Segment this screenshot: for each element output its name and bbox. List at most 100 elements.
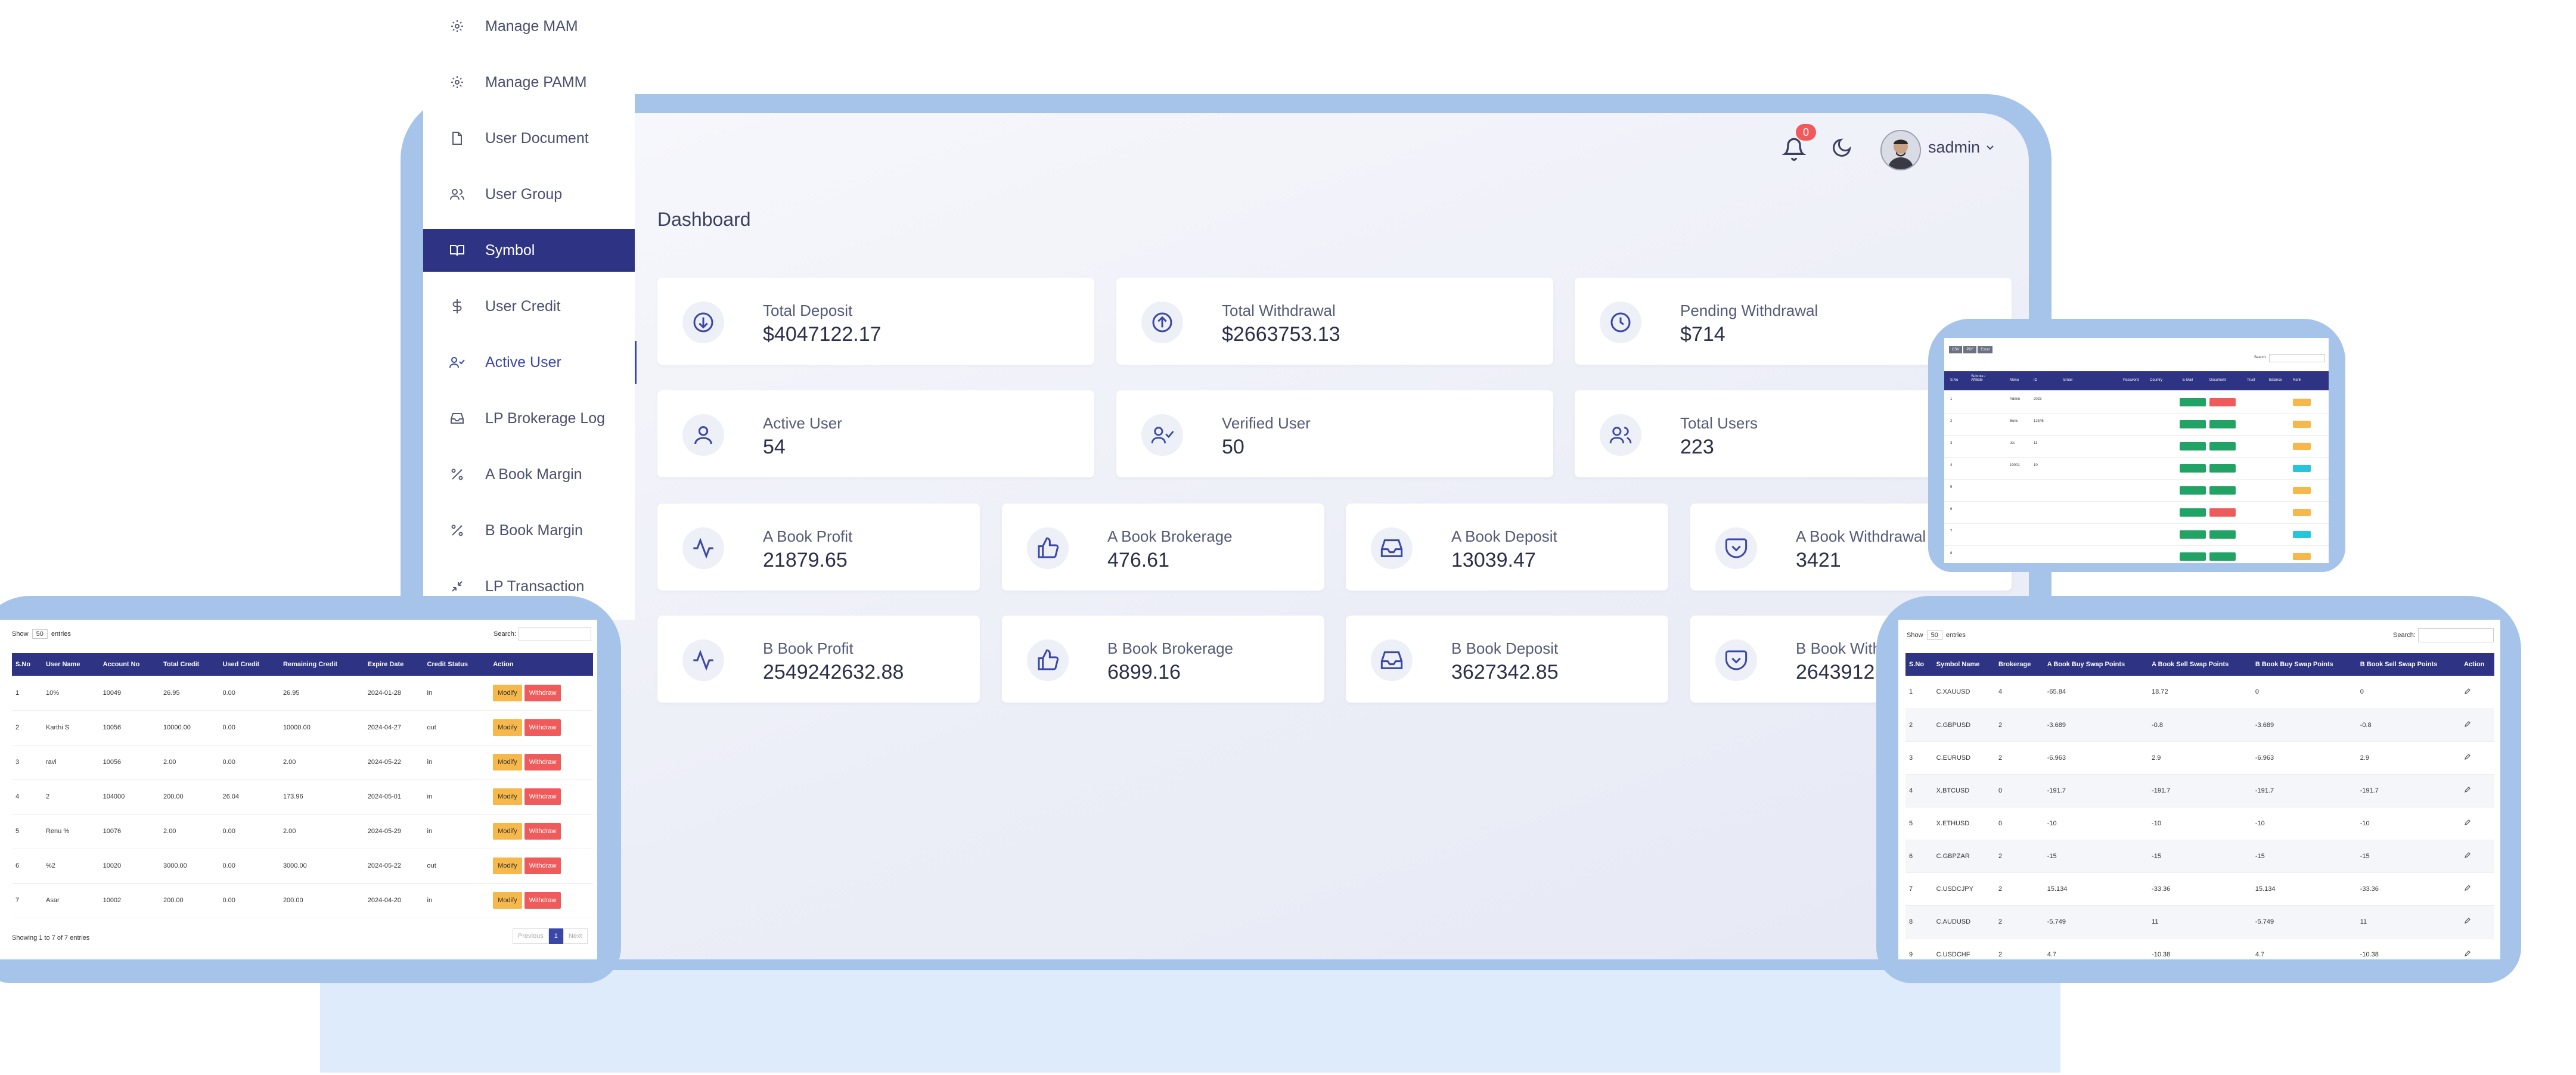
header-cell[interactable]: Expire Date [364,653,424,676]
sidebar-item-b-book-margin[interactable]: B Book Margin [423,509,635,552]
entries-select[interactable]: 50 [32,629,48,639]
edit-icon[interactable] [2460,840,2494,873]
table-cell: 0.00 [219,745,280,780]
table-cell: 10049 [99,676,160,711]
table-cell: 10000.00 [160,710,219,745]
previous-button[interactable]: Previous [513,928,549,944]
header-cell[interactable]: Action [489,653,593,676]
table-cell: -6.963 [2251,741,2357,775]
avatar[interactable] [1880,130,1921,170]
header-cell[interactable]: S.No [1905,653,1933,676]
table-cell: 11 [2356,905,2460,939]
table-cell: -15 [2043,840,2149,873]
header-cell[interactable]: Account No [99,653,160,676]
modify-button[interactable]: Modify [493,788,522,805]
header-cell[interactable]: Symbol Name [1932,653,1995,676]
table-cell: -0.8 [2148,709,2252,742]
edit-icon[interactable] [2460,938,2494,959]
modify-button[interactable]: Modify [493,892,522,909]
table-row: 6 %2 10020 3000.00 0.00 3000.00 2024-05-22 out M… [12,849,593,884]
sidebar-item-manage-pamm[interactable]: Manage PAMM [423,61,635,104]
header-cell[interactable]: A Book Sell Swap Points [2148,653,2252,676]
edit-icon[interactable] [2460,676,2494,709]
card-label: B Book Deposit [1451,639,1559,657]
withdraw-button[interactable]: Withdraw [524,823,561,840]
status-badge [2209,398,2236,406]
edit-icon[interactable] [2460,905,2494,939]
header-cell[interactable]: Total Credit [160,653,219,676]
moon-icon[interactable] [1831,137,1855,161]
header-cell[interactable]: Credit Status [423,653,490,676]
table-row: 7 Asar 10002 200.00 0.00 200.00 2024-04-20 in Mo… [12,883,593,918]
header-cell[interactable]: Action [2460,653,2494,676]
page-title: Dashboard [657,209,751,230]
sidebar-item-a-book-margin[interactable]: A Book Margin [423,453,635,496]
header-cell[interactable]: User Name [42,653,100,676]
card-value: 21879.65 [763,549,848,571]
header-cell[interactable]: B Book Sell Swap Points [2356,653,2460,676]
page-button[interactable]: 1 [548,928,563,944]
user-name[interactable]: sadmin [1928,138,1980,157]
entries-label: entries [51,630,71,638]
withdraw-button[interactable]: Withdraw [524,892,561,909]
modify-button[interactable]: Modify [493,857,522,874]
csv-button[interactable]: CSV [1949,346,1963,353]
header-cell[interactable]: Brokerage [1994,653,2044,676]
sidebar-item-user-credit[interactable]: User Credit [423,285,635,328]
header-cell[interactable]: A Book Buy Swap Points [2043,653,2149,676]
withdraw-button[interactable]: Withdraw [524,719,561,736]
edit-icon[interactable] [2460,872,2494,906]
card-label: B Book Brokerage [1107,639,1234,657]
withdraw-button[interactable]: Withdraw [524,857,561,874]
edit-icon[interactable] [2460,741,2494,775]
modify-button[interactable]: Modify [493,823,522,840]
sidebar-item-manage-mam[interactable]: Manage MAM [423,5,635,48]
edit-icon[interactable] [2460,709,2494,742]
chevron-down-icon[interactable] [1985,142,1997,154]
table-cell: 2.9 [2356,741,2460,775]
status-badge [2209,420,2236,428]
sidebar-item-active-user[interactable]: Active User [423,341,637,384]
table-cell: 5 [1905,807,1933,840]
users-search-input[interactable] [2269,354,2325,362]
search-input[interactable] [519,627,591,641]
action-cell: Modify Withdraw [489,710,593,745]
next-button[interactable]: Next [563,928,588,944]
search-input[interactable] [2418,628,2494,642]
sidebar-item-user-group[interactable]: User Group [423,173,635,216]
modify-button[interactable]: Modify [493,684,522,701]
withdraw-button[interactable]: Withdraw [524,788,561,805]
pdf-button[interactable]: PDF [1963,346,1977,353]
sidebar-item-lp-brokerage-log[interactable]: LP Brokerage Log [423,397,635,440]
table-cell: 2 [1994,709,2044,742]
table-row: 4 2 104000 200.00 26.04 173.96 2024-05-01 in Mod… [12,779,593,815]
sidebar-item-user-document[interactable]: User Document [423,117,635,160]
excel-button[interactable]: Excel [1978,346,1993,353]
credit-panel: Show 50 entries Search: S.No User Name A… [0,620,597,959]
header-cell[interactable]: S.No [12,653,42,676]
table-cell: 2024-05-01 [364,779,424,815]
credit-table: S.No User Name Account No Total Credit U… [12,653,593,918]
withdraw-button[interactable]: Withdraw [524,754,561,770]
header-cell[interactable]: Used Credit [219,653,280,676]
header-cell[interactable]: Remaining Credit [279,653,364,676]
sidebar-item-symbol[interactable]: Symbol [423,229,635,272]
a-book-profit-card: A Book Profit 21879.65 [657,504,980,591]
header-cell[interactable]: B Book Buy Swap Points [2251,653,2357,676]
table-cell: 0.00 [219,710,280,745]
table-cell: 8 [1905,905,1933,939]
edit-icon[interactable] [2460,807,2494,840]
withdraw-button[interactable]: Withdraw [524,684,561,701]
show-entries: Show 50 entries [12,629,71,639]
edit-icon[interactable] [2460,774,2494,807]
card-value: 6899.16 [1107,661,1181,683]
table-cell: in [423,745,490,780]
table-row: 3 ravi 10056 2.00 0.00 2.00 2024-05-22 in Modify… [12,745,593,780]
modify-button[interactable]: Modify [493,754,522,770]
modify-button[interactable]: Modify [493,719,522,736]
users-panel: CSV PDF Excel Search: S.No Subrole / Affil… [1944,338,2329,563]
table-cell: 7 [1905,872,1933,906]
entries-select[interactable]: 50 [1926,630,1942,640]
table-cell: -65.84 [2043,676,2149,709]
table-cell: X.ETHUSD [1932,807,1995,840]
